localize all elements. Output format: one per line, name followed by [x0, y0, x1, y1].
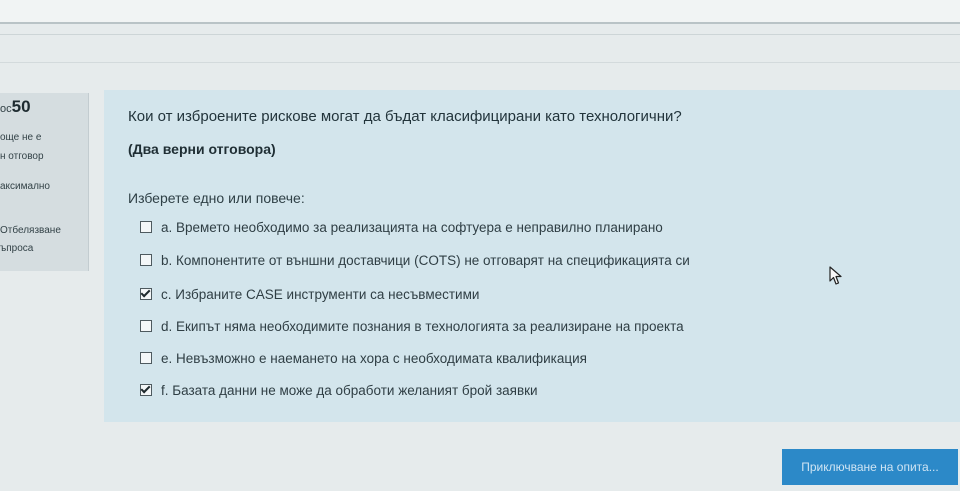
answer-option-label: a. Времето необходимо за реализацията на…	[161, 219, 663, 235]
answer-option-label: c. Избраните CASE инструменти са несъвме…	[161, 286, 480, 302]
answer-option-d[interactable]: d. Екипът няма необходимите познания в т…	[140, 316, 684, 336]
answer-option-label: d. Екипът няма необходимите познания в т…	[161, 318, 684, 334]
divider	[0, 34, 960, 35]
answer-option-b[interactable]: b. Компонентите от външни доставчици (CO…	[140, 250, 690, 270]
answer-option-f[interactable]: f. Базата данни не може да обработи жела…	[140, 380, 538, 400]
finish-attempt-button[interactable]: Приключване на опита...	[782, 449, 958, 485]
question-card: Кои от изброените рискове могат да бъдат…	[104, 90, 960, 422]
flag-question-link[interactable]: Отбелязване	[0, 225, 61, 236]
answer-option-label: f. Базата данни не може да обработи жела…	[161, 382, 538, 398]
question-number-value: 50	[11, 97, 31, 116]
question-number-prefix: ос	[0, 103, 12, 115]
question-text: Кои от изброените рискове могат да бъдат…	[128, 108, 682, 125]
top-bar	[0, 0, 960, 22]
answer-option-label: e. Невъзможно е наемането на хора с необ…	[161, 350, 587, 366]
question-max-grade: аксимално	[0, 181, 50, 192]
checkbox-checked[interactable]	[140, 288, 152, 300]
question-status-line2: н отговор	[0, 151, 44, 162]
checkbox[interactable]	[140, 320, 152, 332]
answer-option-e[interactable]: e. Невъзможно е наемането на хора с необ…	[140, 348, 587, 368]
question-info-panel: ос50 още не е н отговор аксимално Отбеля…	[0, 93, 89, 271]
checkbox[interactable]	[140, 254, 152, 266]
question-status-line1: още не е	[0, 132, 42, 143]
divider	[0, 62, 960, 63]
checkbox[interactable]	[140, 352, 152, 364]
question-number: ос50	[0, 97, 31, 117]
divider	[0, 22, 960, 24]
answer-option-label: b. Компонентите от външни доставчици (CO…	[161, 252, 690, 268]
checkbox-checked[interactable]	[140, 384, 152, 396]
answer-option-a[interactable]: a. Времето необходимо за реализацията на…	[140, 217, 663, 237]
answer-prompt: Изберете едно или повече:	[128, 190, 305, 206]
answer-option-c[interactable]: c. Избраните CASE инструменти са несъвме…	[140, 284, 479, 304]
flag-question-link-cont[interactable]: ъпроса	[0, 243, 33, 254]
checkbox[interactable]	[140, 221, 152, 233]
mouse-pointer-icon	[829, 266, 842, 285]
question-note: (Два верни отговора)	[128, 141, 276, 157]
